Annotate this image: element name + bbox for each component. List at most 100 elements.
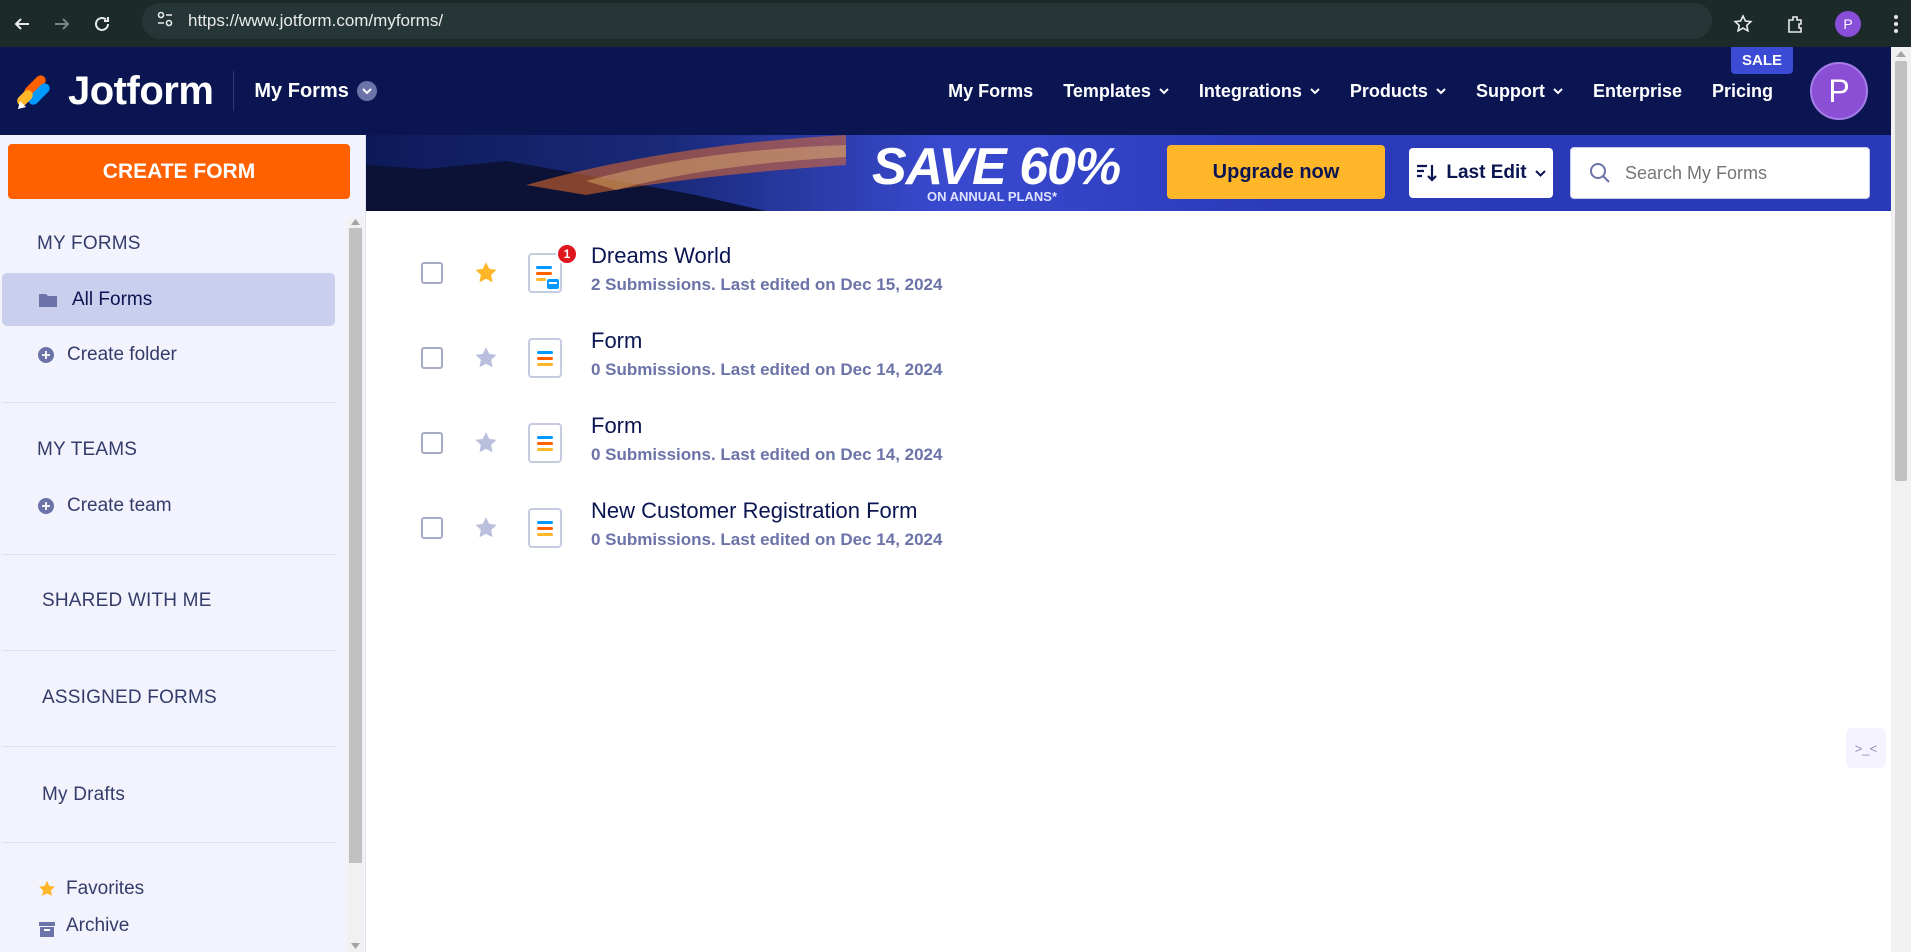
plus-circle-icon bbox=[38, 346, 54, 363]
star-icon bbox=[39, 880, 55, 896]
workspace-switcher[interactable]: My Forms bbox=[254, 79, 377, 103]
sidebar-item-label: Favorites bbox=[66, 877, 145, 899]
search-box[interactable] bbox=[1570, 147, 1870, 199]
form-icon: 1 bbox=[528, 242, 578, 293]
sidebar-item-all-forms[interactable]: All Forms bbox=[2, 273, 335, 326]
scroll-up-icon bbox=[351, 219, 360, 225]
notification-badge: 1 bbox=[556, 242, 578, 265]
form-checkbox[interactable] bbox=[421, 346, 443, 369]
star-icon[interactable] bbox=[474, 516, 498, 540]
sort-icon bbox=[1417, 164, 1438, 182]
sale-badge: SALE bbox=[1731, 47, 1794, 74]
scroll-up-icon bbox=[1896, 51, 1906, 57]
site-info-icon[interactable] bbox=[156, 10, 174, 33]
back-icon[interactable] bbox=[2, 4, 42, 44]
form-row[interactable]: 1 Dreams World 2 Submissions. Last edite… bbox=[366, 230, 1866, 315]
nav-enterprise[interactable]: Enterprise bbox=[1593, 81, 1682, 102]
form-title[interactable]: New Customer Registration Form bbox=[591, 498, 917, 524]
promo-banner: SAVE 60% ON ANNUAL PLANS* Upgrade now La… bbox=[366, 135, 1891, 211]
star-icon[interactable] bbox=[474, 431, 498, 455]
nav-products[interactable]: Products bbox=[1350, 81, 1446, 102]
sort-dropdown[interactable]: Last Edit bbox=[1409, 148, 1553, 198]
create-team-button[interactable]: Create team bbox=[2, 479, 335, 532]
sidebar-item-label: All Forms bbox=[72, 288, 153, 310]
page-scroll-thumb[interactable] bbox=[1895, 61, 1907, 481]
extensions-icon[interactable] bbox=[1775, 4, 1815, 44]
form-title[interactable]: Form bbox=[591, 413, 642, 439]
chevron-down-icon bbox=[1310, 88, 1320, 95]
create-folder-button[interactable]: Create folder bbox=[2, 328, 335, 381]
browser-toolbar: https://www.jotform.com/myforms/ P bbox=[0, 0, 1911, 47]
top-navigation: Jotform My Forms My Forms Templates Inte… bbox=[0, 47, 1891, 135]
sidebar-item-shared-with-me[interactable]: SHARED WITH ME bbox=[42, 590, 212, 612]
nav-my-forms[interactable]: My Forms bbox=[948, 81, 1033, 102]
search-input[interactable] bbox=[1625, 162, 1845, 184]
my-forms-section-title: MY FORMS bbox=[37, 233, 141, 254]
nav-integrations[interactable]: Integrations bbox=[1199, 81, 1320, 102]
forward-icon[interactable] bbox=[42, 4, 82, 44]
search-icon bbox=[1590, 163, 1610, 183]
sidebar-item-favorites[interactable]: Favorites bbox=[2, 862, 335, 915]
form-checkbox[interactable] bbox=[421, 261, 443, 284]
form-row[interactable]: New Customer Registration Form 0 Submiss… bbox=[366, 485, 1866, 570]
star-icon[interactable] bbox=[474, 261, 498, 285]
form-meta: 0 Submissions. Last edited on Dec 14, 20… bbox=[591, 445, 943, 464]
browser-menu-icon[interactable] bbox=[1881, 4, 1911, 44]
jotform-logo[interactable]: Jotform bbox=[16, 68, 214, 114]
create-folder-label: Create folder bbox=[67, 343, 177, 365]
form-row[interactable]: Form 0 Submissions. Last edited on Dec 1… bbox=[366, 400, 1866, 485]
chevron-down-icon bbox=[356, 81, 377, 101]
star-icon[interactable] bbox=[474, 346, 498, 370]
sidebar-scroll-thumb[interactable] bbox=[349, 228, 362, 863]
sidebar-item-assigned-forms[interactable]: ASSIGNED FORMS bbox=[42, 687, 217, 709]
divider bbox=[2, 402, 335, 403]
nav-pricing[interactable]: Pricing bbox=[1712, 81, 1773, 102]
address-bar[interactable]: https://www.jotform.com/myforms/ bbox=[142, 3, 1712, 39]
reload-icon[interactable] bbox=[82, 4, 122, 44]
create-form-button[interactable]: CREATE FORM bbox=[8, 144, 350, 199]
sort-label: Last Edit bbox=[1446, 162, 1527, 183]
floating-helper-icon[interactable]: >_< bbox=[1846, 728, 1886, 768]
scroll-down-icon bbox=[351, 943, 360, 949]
bookmark-star-icon[interactable] bbox=[1723, 4, 1763, 44]
browser-profile-avatar[interactable]: P bbox=[1835, 10, 1861, 37]
chevron-down-icon bbox=[1436, 88, 1446, 95]
chevron-down-icon bbox=[1159, 88, 1169, 95]
folder-icon bbox=[39, 293, 57, 307]
divider bbox=[2, 746, 335, 747]
url-text: https://www.jotform.com/myforms/ bbox=[188, 11, 444, 30]
workspace-label: My Forms bbox=[254, 79, 349, 102]
promo-headline: SAVE 60% bbox=[872, 138, 1121, 196]
archive-icon bbox=[39, 922, 55, 937]
brand-name: Jotform bbox=[68, 68, 214, 113]
upgrade-now-button[interactable]: Upgrade now bbox=[1167, 145, 1385, 199]
form-meta: 0 Submissions. Last edited on Dec 14, 20… bbox=[591, 530, 943, 549]
plus-circle-icon bbox=[38, 497, 54, 514]
banner-mountains bbox=[366, 135, 846, 211]
form-meta: 2 Submissions. Last edited on Dec 15, 20… bbox=[591, 275, 943, 294]
sidebar-item-my-drafts[interactable]: My Drafts bbox=[42, 784, 125, 806]
form-icon bbox=[528, 422, 562, 463]
create-team-label: Create team bbox=[67, 494, 172, 516]
user-avatar[interactable]: P bbox=[1810, 62, 1868, 120]
divider bbox=[2, 554, 335, 555]
form-title[interactable]: Form bbox=[591, 328, 642, 354]
sidebar-item-label: Archive bbox=[66, 915, 130, 936]
page-scrollbar[interactable] bbox=[1891, 47, 1911, 952]
form-icon bbox=[528, 337, 562, 378]
my-teams-section-title: MY TEAMS bbox=[37, 439, 138, 460]
form-checkbox[interactable] bbox=[421, 431, 443, 454]
form-checkbox[interactable] bbox=[421, 516, 443, 539]
form-row[interactable]: Form 0 Submissions. Last edited on Dec 1… bbox=[366, 315, 1866, 400]
sidebar-item-archive[interactable]: Archive bbox=[2, 915, 335, 951]
jotform-logo-icon bbox=[17, 75, 50, 109]
form-title[interactable]: Dreams World bbox=[591, 243, 731, 269]
nav-templates[interactable]: Templates bbox=[1063, 81, 1169, 102]
promo-subline: ON ANNUAL PLANS* bbox=[927, 189, 1058, 204]
nav-support[interactable]: Support bbox=[1476, 81, 1563, 102]
form-icon bbox=[528, 507, 562, 548]
sidebar: CREATE FORM MY FORMS All Forms Create fo… bbox=[0, 135, 366, 952]
sidebar-scrollbar[interactable] bbox=[347, 218, 364, 952]
nav-divider bbox=[233, 71, 235, 111]
divider bbox=[2, 842, 335, 843]
